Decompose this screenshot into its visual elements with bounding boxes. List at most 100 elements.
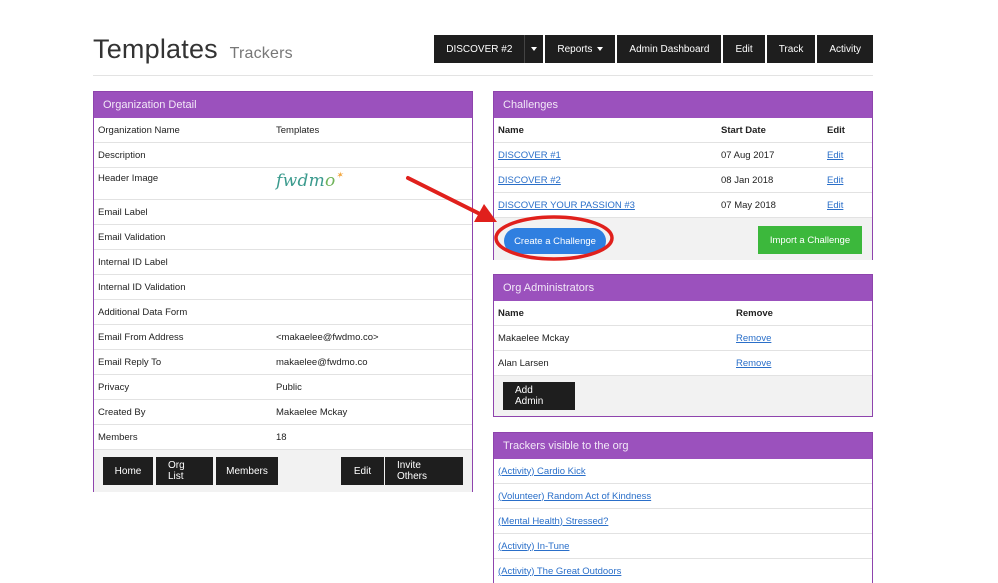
admin-name: Alan Larsen bbox=[498, 357, 549, 369]
import-challenge-button[interactable]: Import a Challenge bbox=[758, 226, 862, 254]
admin-dashboard-button[interactable]: Admin Dashboard bbox=[617, 35, 722, 63]
challenge-link[interactable]: DISCOVER #2 bbox=[498, 175, 561, 186]
admins-header-row: Name Remove bbox=[494, 301, 872, 326]
challenge-start-date: 07 Aug 2017 bbox=[721, 149, 775, 161]
invite-others-button[interactable]: Invite Others bbox=[385, 457, 463, 485]
org-row-members: Members 18 bbox=[94, 425, 472, 450]
discover-button[interactable]: DISCOVER #2 bbox=[434, 35, 525, 63]
logo-text-o: o bbox=[325, 171, 336, 191]
org-row-privacy: Privacy Public bbox=[94, 375, 472, 400]
discover-dropdown-toggle[interactable] bbox=[524, 35, 544, 63]
row-label: Description bbox=[98, 149, 146, 161]
remove-admin-link[interactable]: Remove bbox=[736, 358, 771, 369]
row-label: Email From Address bbox=[98, 331, 184, 343]
caret-down-icon bbox=[597, 47, 604, 51]
track-button[interactable]: Track bbox=[766, 35, 816, 63]
caret-down-icon bbox=[531, 47, 538, 51]
org-row-email-reply: Email Reply To makaelee@fwdmo.co bbox=[94, 350, 472, 375]
org-row-description: Description bbox=[94, 143, 472, 168]
admins-footer: Add Admin bbox=[494, 376, 872, 416]
list-item: (Activity) The Great Outdoors bbox=[494, 559, 872, 583]
org-edit-button[interactable]: Edit bbox=[341, 457, 384, 485]
row-label: Additional Data Form bbox=[98, 306, 188, 318]
challenges-footer: Create a Challenge Import a Challenge bbox=[494, 218, 872, 260]
trackers-panel: Trackers visible to the org (Activity) C… bbox=[493, 432, 873, 583]
org-row-created-by: Created By Makaelee Mckay bbox=[94, 400, 472, 425]
table-row: DISCOVER #2 08 Jan 2018 Edit bbox=[494, 168, 872, 193]
logo-text: fwdm bbox=[276, 171, 326, 191]
challenge-edit-link[interactable]: Edit bbox=[827, 150, 843, 161]
discover-split-button: DISCOVER #2 bbox=[434, 35, 544, 63]
table-row: Makaelee Mckay Remove bbox=[494, 326, 872, 351]
home-button[interactable]: Home bbox=[103, 457, 153, 485]
row-label: Members bbox=[98, 431, 138, 443]
table-row: DISCOVER YOUR PASSION #3 07 May 2018 Edi… bbox=[494, 193, 872, 218]
challenges-title: Challenges bbox=[494, 92, 872, 118]
row-label: Created By bbox=[98, 406, 146, 418]
list-item: (Mental Health) Stressed? bbox=[494, 509, 872, 534]
org-row-internal-id-label: Internal ID Label bbox=[94, 250, 472, 275]
table-row: DISCOVER #1 07 Aug 2017 Edit bbox=[494, 143, 872, 168]
challenge-start-date: 07 May 2018 bbox=[721, 199, 776, 211]
page-title-text: Templates bbox=[93, 34, 218, 64]
org-list-button[interactable]: Org List bbox=[156, 457, 213, 485]
org-row-header-image: Header Image fwdmo✶ bbox=[94, 168, 472, 200]
list-item: (Activity) In-Tune bbox=[494, 534, 872, 559]
admin-name: Makaelee Mckay bbox=[498, 332, 570, 344]
table-row: Alan Larsen Remove bbox=[494, 351, 872, 376]
row-value: Public bbox=[276, 381, 302, 393]
row-label: Organization Name bbox=[98, 124, 180, 136]
page-title: Templates Trackers bbox=[93, 34, 293, 65]
column-header-start-date: Start Date bbox=[721, 124, 766, 136]
challenge-link[interactable]: DISCOVER YOUR PASSION #3 bbox=[498, 200, 635, 211]
row-value: makaelee@fwdmo.co bbox=[276, 356, 368, 368]
org-administrators-title: Org Administrators bbox=[494, 275, 872, 301]
trackers-title: Trackers visible to the org bbox=[494, 433, 872, 459]
reports-dropdown[interactable]: Reports bbox=[545, 35, 616, 63]
row-label: Internal ID Label bbox=[98, 256, 168, 268]
challenges-panel: Challenges Name Start Date Edit DISCOVER… bbox=[493, 91, 873, 260]
members-button[interactable]: Members bbox=[216, 457, 278, 485]
list-item: (Volunteer) Random Act of Kindness bbox=[494, 484, 872, 509]
add-admin-button[interactable]: Add Admin bbox=[503, 382, 575, 410]
reports-label: Reports bbox=[557, 43, 593, 55]
organization-detail-panel: Organization Detail Organization Name Tem… bbox=[93, 91, 473, 492]
org-row-email-from: Email From Address <makaelee@fwdmo.co> bbox=[94, 325, 472, 350]
challenge-edit-link[interactable]: Edit bbox=[827, 175, 843, 186]
row-value: Makaelee Mckay bbox=[276, 406, 348, 418]
tracker-link[interactable]: (Activity) In-Tune bbox=[498, 541, 569, 552]
row-label: Header Image bbox=[98, 173, 159, 184]
row-label: Internal ID Validation bbox=[98, 281, 186, 293]
row-value: <makaelee@fwdmo.co> bbox=[276, 331, 379, 343]
challenge-edit-link[interactable]: Edit bbox=[827, 200, 843, 211]
fwdmo-logo: fwdmo✶ bbox=[276, 171, 343, 191]
tracker-link[interactable]: (Activity) The Great Outdoors bbox=[498, 566, 621, 577]
create-challenge-button[interactable]: Create a Challenge bbox=[504, 228, 606, 254]
column-header-name: Name bbox=[498, 124, 524, 136]
row-label: Privacy bbox=[98, 381, 130, 393]
org-administrators-panel: Org Administrators Name Remove Makaelee … bbox=[493, 274, 873, 417]
column-header-edit: Edit bbox=[827, 124, 845, 136]
column-header-remove: Remove bbox=[736, 307, 773, 319]
organization-detail-title: Organization Detail bbox=[94, 92, 472, 118]
org-row-email-validation: Email Validation bbox=[94, 225, 472, 250]
challenge-start-date: 08 Jan 2018 bbox=[721, 174, 774, 186]
org-row-internal-id-validation: Internal ID Validation bbox=[94, 275, 472, 300]
star-icon: ✶ bbox=[335, 171, 344, 181]
row-label: Email Reply To bbox=[98, 356, 162, 368]
org-row-additional-data-form: Additional Data Form bbox=[94, 300, 472, 325]
edit-button[interactable]: Edit bbox=[723, 35, 765, 63]
org-row-email-label: Email Label bbox=[94, 200, 472, 225]
remove-admin-link[interactable]: Remove bbox=[736, 333, 771, 344]
row-value: 18 bbox=[276, 431, 287, 443]
challenge-link[interactable]: DISCOVER #1 bbox=[498, 150, 561, 161]
tracker-link[interactable]: (Mental Health) Stressed? bbox=[498, 516, 608, 527]
tracker-link[interactable]: (Volunteer) Random Act of Kindness bbox=[498, 491, 651, 502]
row-label: Email Validation bbox=[98, 231, 166, 243]
row-label: Email Label bbox=[98, 206, 148, 218]
org-row-name: Organization Name Templates bbox=[94, 118, 472, 143]
org-detail-footer: Home Org List Members Edit Invite Others bbox=[94, 450, 472, 492]
row-value: Templates bbox=[276, 124, 320, 136]
activity-button[interactable]: Activity bbox=[817, 35, 873, 63]
tracker-link[interactable]: (Activity) Cardio Kick bbox=[498, 466, 586, 477]
